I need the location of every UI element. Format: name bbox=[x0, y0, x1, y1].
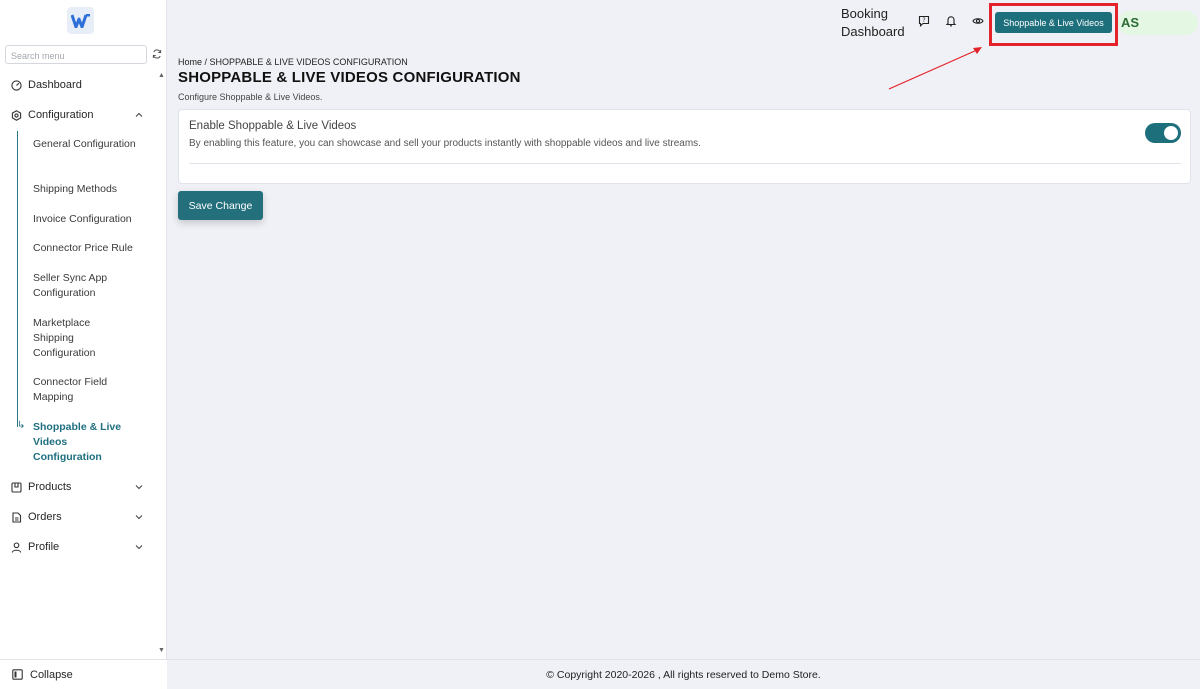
logo-icon bbox=[70, 13, 90, 28]
sub-invoice-configuration[interactable]: Invoice Configuration bbox=[33, 212, 148, 227]
scroll-down-icon[interactable]: ▼ bbox=[158, 647, 165, 654]
refresh-icon[interactable] bbox=[152, 49, 162, 59]
svg-text:?: ? bbox=[922, 17, 925, 24]
divider bbox=[189, 163, 1181, 164]
footer: © Copyright 2020-2026 , All rights reser… bbox=[167, 659, 1200, 689]
help-chat-icon[interactable]: ? bbox=[918, 15, 930, 27]
eye-icon[interactable] bbox=[972, 15, 984, 27]
products-icon bbox=[11, 481, 22, 493]
chevron-down-icon[interactable] bbox=[134, 482, 144, 492]
bell-icon[interactable] bbox=[945, 15, 957, 27]
booking-dashboard-link[interactable]: Booking Dashboard bbox=[841, 5, 911, 41]
settings-card: Enable Shoppable & Live Videos By enabli… bbox=[178, 109, 1191, 184]
settings-icon bbox=[11, 109, 22, 121]
chevron-up-icon[interactable] bbox=[134, 110, 144, 120]
nav-label: Configuration bbox=[28, 109, 94, 121]
profile-icon bbox=[11, 541, 22, 553]
avatar[interactable]: AS bbox=[1121, 15, 1139, 30]
annotation-arrow bbox=[888, 47, 982, 90]
enable-toggle[interactable] bbox=[1145, 123, 1181, 143]
nav-label: Dashboard bbox=[28, 79, 82, 91]
orders-icon bbox=[12, 511, 22, 523]
sub-marketplace-shipping-configuration[interactable]: Marketplace Shipping Configuration bbox=[33, 316, 128, 361]
collapse-icon bbox=[12, 669, 23, 680]
setting-description: By enabling this feature, you can showca… bbox=[189, 138, 701, 149]
sub-shipping-methods[interactable]: Shipping Methods bbox=[33, 182, 148, 197]
nav-label: Profile bbox=[28, 541, 60, 553]
nav-configuration[interactable]: Configuration bbox=[11, 109, 93, 121]
chevron-down-icon[interactable] bbox=[134, 512, 144, 522]
collapse-label: Collapse bbox=[30, 668, 73, 681]
sub-connector-price-rule[interactable]: Connector Price Rule bbox=[33, 241, 148, 256]
page-title: SHOPPABLE & LIVE VIDEOS CONFIGURATION bbox=[178, 69, 521, 86]
chevron-down-icon[interactable] bbox=[134, 542, 144, 552]
active-indicator-icon: ↳ bbox=[17, 420, 26, 431]
nav-orders[interactable]: Orders bbox=[11, 511, 62, 523]
nav-products[interactable]: Products bbox=[11, 481, 71, 493]
breadcrumb: Home / SHOPPABLE & LIVE VIDEOS CONFIGURA… bbox=[178, 57, 408, 67]
copyright-text: © Copyright 2020-2026 , All rights reser… bbox=[546, 668, 821, 681]
scroll-up-icon[interactable]: ▲ bbox=[158, 72, 165, 79]
nav-profile[interactable]: Profile bbox=[11, 541, 59, 553]
collapse-button[interactable]: Collapse bbox=[0, 659, 167, 689]
sub-seller-sync-app-configuration[interactable]: Seller Sync App Configuration bbox=[33, 271, 148, 301]
nav-label: Orders bbox=[28, 511, 62, 523]
search-menu-field[interactable] bbox=[5, 45, 147, 65]
setting-title: Enable Shoppable & Live Videos bbox=[189, 120, 357, 132]
submenu-guide-line bbox=[17, 131, 18, 427]
highlight-annotation-box bbox=[989, 3, 1118, 46]
brand-logo[interactable] bbox=[67, 7, 94, 34]
page-subtitle: Configure Shoppable & Live Videos. bbox=[178, 92, 323, 102]
sub-shoppable-live-videos-configuration[interactable]: Shoppable & Live Videos Configuration bbox=[33, 420, 133, 465]
nav-label: Products bbox=[28, 481, 72, 493]
search-input[interactable] bbox=[6, 47, 146, 65]
nav-dashboard[interactable]: Dashboard bbox=[11, 79, 82, 91]
save-change-button[interactable]: Save Change bbox=[178, 191, 263, 220]
sub-connector-field-mapping[interactable]: Connector Field Mapping bbox=[33, 375, 133, 405]
sidebar: ▲ Dashboard Configuration General Config… bbox=[0, 0, 167, 689]
sub-general-configuration[interactable]: General Configuration bbox=[33, 137, 148, 152]
toggle-knob bbox=[1164, 126, 1178, 140]
dashboard-icon bbox=[11, 79, 22, 91]
